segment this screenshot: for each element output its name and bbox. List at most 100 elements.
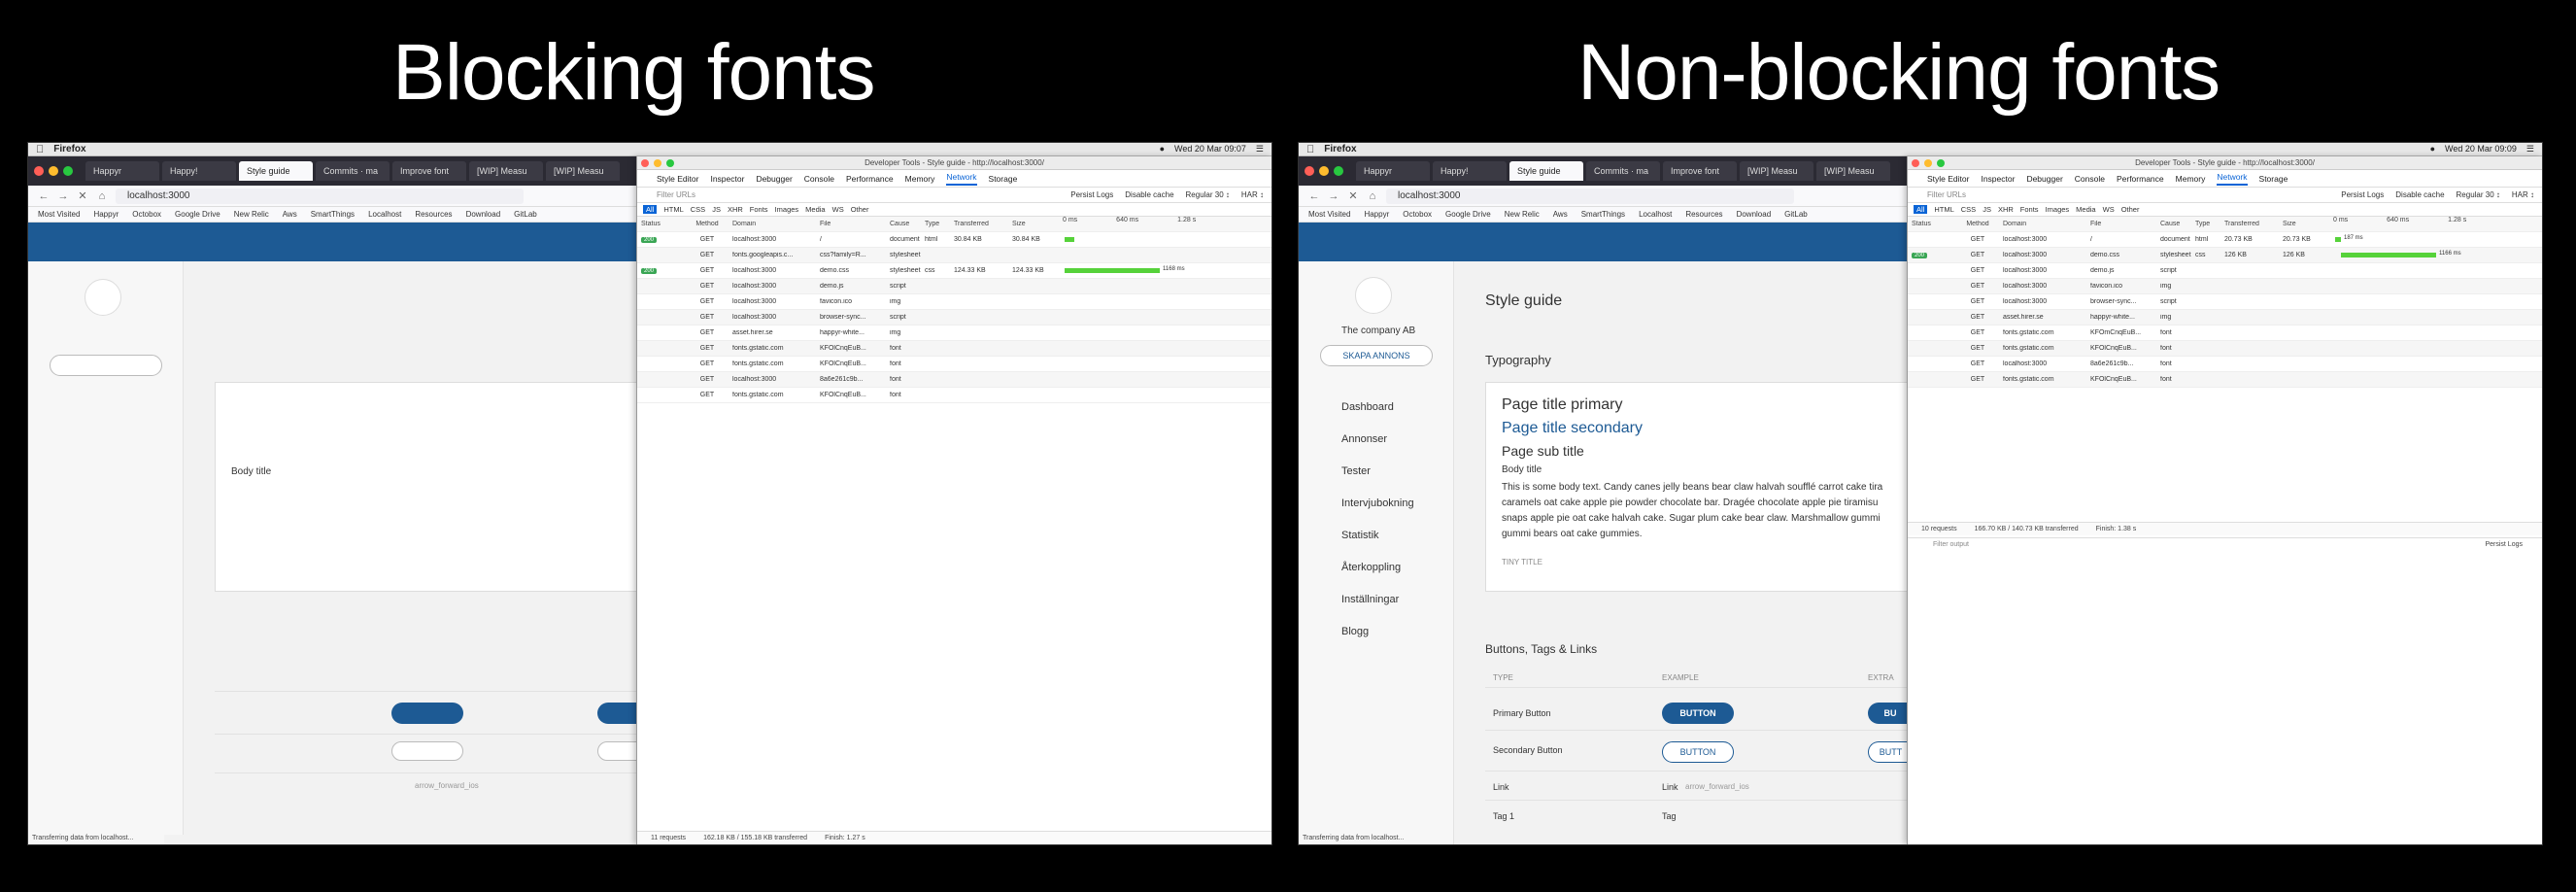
wifi-icon[interactable]: ●	[1160, 144, 1165, 154]
type-filter[interactable]: Images	[2046, 205, 2070, 214]
request-row[interactable]: GET localhost:3000 browser-sync... script	[637, 310, 1271, 326]
type-filter[interactable]: JS	[1983, 205, 1991, 214]
request-row[interactable]: GET localhost:3000 browser-sync... script	[1908, 294, 2542, 310]
type-filter[interactable]: XHR	[1998, 205, 2014, 214]
tab-performance[interactable]: Performance	[846, 174, 894, 184]
tab-memory[interactable]: Memory	[2176, 174, 2206, 184]
request-row[interactable]: GET localhost:3000 demo.js script	[1908, 263, 2542, 279]
request-row[interactable]: GET localhost:3000 favicon.ico img	[1908, 279, 2542, 294]
bookmark[interactable]: Google Drive	[175, 210, 220, 219]
type-filter[interactable]: WS	[832, 205, 844, 214]
bookmark[interactable]: Aws	[1553, 210, 1568, 219]
bookmark[interactable]: Localhost	[368, 210, 401, 219]
throttling-select[interactable]: Regular 30 ↕	[2457, 190, 2500, 199]
request-row[interactable]: 200 GET localhost:3000 demo.css stylesheet cs…	[637, 263, 1271, 279]
tab-inspector[interactable]: Inspector	[1981, 174, 2015, 184]
secondary-button[interactable]	[391, 741, 463, 761]
request-row[interactable]: GET fonts.gstatic.com KFOlCnqEuB... font	[637, 341, 1271, 357]
bookmark[interactable]: Most Visited	[1308, 210, 1350, 219]
request-row[interactable]: GET fonts.gstatic.com KFOmCnqEuB... font	[1908, 326, 2542, 341]
browser-tab[interactable]: [WIP] Measu	[1816, 161, 1890, 181]
primary-button[interactable]	[391, 703, 463, 724]
bookmark[interactable]: SmartThings	[1581, 210, 1625, 219]
browser-tab[interactable]: [WIP] Measu	[469, 161, 543, 181]
browser-tab[interactable]: Commits · ma	[1586, 161, 1660, 181]
type-filter[interactable]: WS	[2103, 205, 2115, 214]
col-method[interactable]: Method	[682, 221, 732, 227]
tab-style-editor[interactable]: Style Editor	[657, 174, 698, 184]
disable-cache-checkbox[interactable]: Disable cache	[1125, 190, 1173, 199]
request-row[interactable]: GET fonts.googleapis.c... css?family=R... s…	[637, 248, 1271, 263]
col-cause[interactable]: Cause	[890, 221, 925, 227]
close-window-icon[interactable]	[1912, 158, 1919, 167]
har-menu[interactable]: HAR ↕	[1241, 190, 1264, 199]
request-row[interactable]: GET fonts.gstatic.com KFOlCnqEuB... font	[637, 357, 1271, 372]
type-filter[interactable]: Images	[775, 205, 799, 214]
home-icon[interactable]: ⌂	[1367, 190, 1378, 202]
maximize-window-icon[interactable]	[63, 166, 73, 176]
minimize-window-icon[interactable]	[1924, 158, 1932, 167]
tab-inspector[interactable]: Inspector	[710, 174, 744, 184]
bookmark[interactable]: Happyr	[93, 210, 119, 219]
col-type[interactable]: Type	[925, 221, 954, 227]
nav-item-blog[interactable]: Blogg	[1341, 626, 1369, 637]
bookmark[interactable]: Octobox	[1403, 210, 1432, 219]
nav-item-dashboard[interactable]: Dashboard	[1341, 401, 1394, 413]
back-icon[interactable]: ←	[38, 190, 50, 202]
col-size[interactable]: Size	[2283, 221, 2333, 227]
request-row[interactable]: GET localhost:3000 favicon.ico img	[637, 294, 1271, 310]
filter-urls-input[interactable]: Filter URLs	[1927, 190, 1966, 199]
col-transferred[interactable]: Transferred	[2224, 221, 2283, 227]
filter-urls-input[interactable]: Filter URLs	[657, 190, 695, 199]
col-status[interactable]: Status	[637, 221, 682, 227]
type-filter[interactable]: JS	[712, 205, 721, 214]
bookmark[interactable]: Happyr	[1364, 210, 1389, 219]
tab-network[interactable]: Network	[946, 172, 977, 186]
menu-icon[interactable]: ☰	[2526, 144, 2534, 154]
create-ad-button[interactable]	[50, 355, 162, 376]
example-link[interactable]: Link	[1662, 782, 1678, 792]
browser-tab[interactable]: [WIP] Measu	[546, 161, 620, 181]
type-filter[interactable]: Fonts	[2020, 205, 2039, 214]
console-persist-logs[interactable]: Persist Logs	[2485, 541, 2542, 548]
apple-icon[interactable]: 	[1306, 144, 1314, 155]
disable-cache-checkbox[interactable]: Disable cache	[2395, 190, 2444, 199]
tab-console[interactable]: Console	[804, 174, 834, 184]
col-waterfall[interactable]: 0 ms 640 ms 1.28 s	[1063, 217, 1271, 231]
nav-item-feedback[interactable]: Återkoppling	[1341, 562, 1401, 573]
stop-icon[interactable]: ✕	[1347, 189, 1359, 202]
request-row[interactable]: GET fonts.gstatic.com KFOlCnqEuB... font	[1908, 372, 2542, 388]
tab-network[interactable]: Network	[2217, 172, 2248, 186]
close-window-icon[interactable]	[641, 158, 649, 167]
nav-item-settings[interactable]: Inställningar	[1341, 594, 1399, 605]
home-icon[interactable]: ⌂	[96, 190, 108, 202]
bookmark[interactable]: New Relic	[1505, 210, 1540, 219]
minimize-window-icon[interactable]	[654, 158, 661, 167]
type-filter[interactable]: Other	[851, 205, 869, 214]
create-ad-button[interactable]: SKAPA ANNONS	[1320, 345, 1433, 366]
col-status[interactable]: Status	[1908, 221, 1952, 227]
forward-icon[interactable]: →	[57, 190, 69, 202]
type-filter[interactable]: Fonts	[750, 205, 768, 214]
col-type[interactable]: Type	[2195, 221, 2224, 227]
type-filter-all[interactable]: All	[643, 205, 658, 214]
browser-tab[interactable]: Happyr	[85, 161, 159, 181]
address-input[interactable]: localhost:3000	[1386, 188, 1794, 204]
nav-item-tests[interactable]: Tester	[1341, 465, 1371, 477]
col-domain[interactable]: Domain	[2003, 221, 2090, 227]
primary-button[interactable]: BUTTON	[1662, 703, 1734, 724]
type-filter[interactable]: Media	[2076, 205, 2095, 214]
bookmark[interactable]: Most Visited	[38, 210, 80, 219]
col-file[interactable]: File	[820, 221, 890, 227]
request-row[interactable]: 200 GET localhost:3000 demo.css stylesheet cs…	[1908, 248, 2542, 263]
browser-tab[interactable]: Happy!	[162, 161, 236, 181]
secondary-button[interactable]: BUTTON	[1662, 741, 1734, 763]
bookmark[interactable]: SmartThings	[311, 210, 355, 219]
request-row[interactable]: GET fonts.gstatic.com KFOlCnqEuB... font	[637, 388, 1271, 403]
nav-item-ads[interactable]: Annonser	[1341, 433, 1387, 445]
browser-tab[interactable]: Improve font	[1663, 161, 1737, 181]
address-input[interactable]: localhost:3000	[116, 188, 524, 204]
bookmark[interactable]: Localhost	[1639, 210, 1672, 219]
type-filter[interactable]: HTML	[1934, 205, 1953, 214]
request-row[interactable]: 200 GET localhost:3000 / document html 30.84 K…	[637, 232, 1271, 248]
